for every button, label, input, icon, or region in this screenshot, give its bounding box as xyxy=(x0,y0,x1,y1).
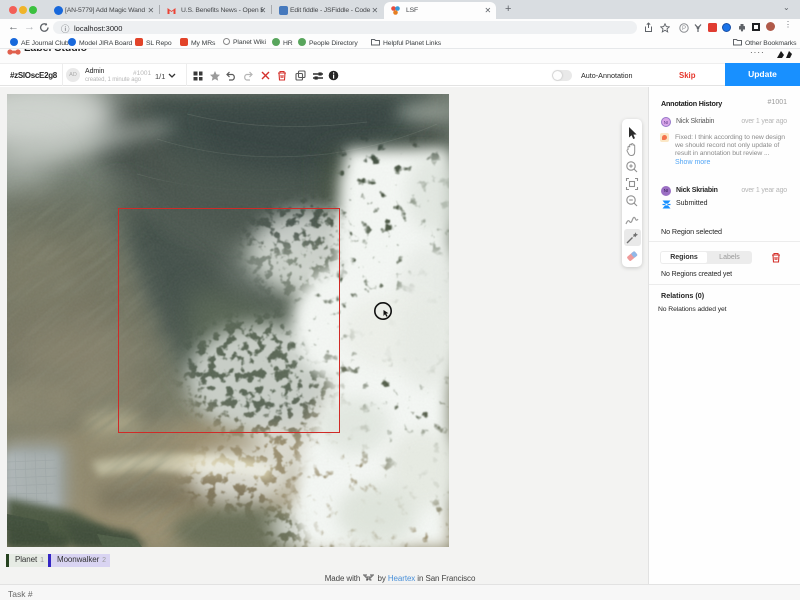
svg-text:P: P xyxy=(682,26,686,32)
